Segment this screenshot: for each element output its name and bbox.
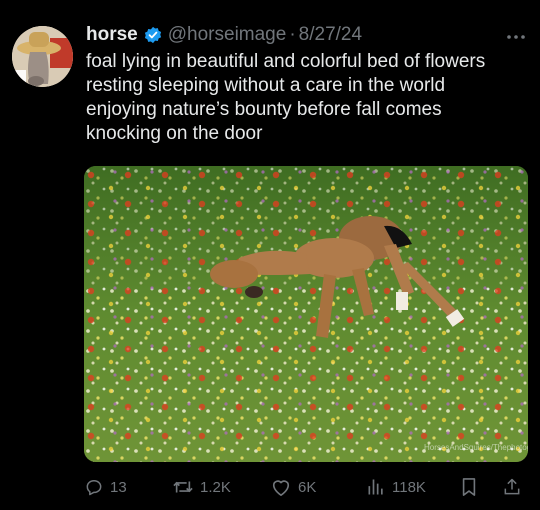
bookmark-icon (462, 478, 476, 496)
avatar[interactable] (12, 26, 73, 87)
tweet-header: horse @horseimage · 8/27/24 (86, 22, 362, 48)
post-date[interactable]: 8/27/24 (299, 24, 362, 46)
view-count: 118K (392, 478, 426, 496)
views-icon (368, 479, 383, 495)
image-watermark: HorsesAndSquires/Thephotographer (424, 443, 528, 452)
tweet-text-line: knocking on the door (86, 123, 263, 144)
like-icon (272, 480, 290, 496)
tweet-text-line: enjoying nature’s bounty before fall com… (86, 99, 442, 120)
like-count: 6K (298, 478, 317, 496)
tweet-text-line: foal lying in beautiful and colorful bed… (86, 51, 486, 72)
separator-dot: · (289, 24, 296, 45)
share-button[interactable] (502, 474, 528, 500)
repost-icon (173, 481, 193, 493)
tweet-image[interactable]: HorsesAndSquires/Thephotographer (84, 166, 528, 462)
more-icon[interactable] (506, 24, 526, 45)
reply-count: 13 (110, 478, 127, 496)
repost-button[interactable]: 1.2K (172, 474, 231, 500)
reply-button[interactable]: 13 (84, 474, 127, 500)
views-button[interactable]: 118K (366, 474, 426, 500)
repost-count: 1.2K (200, 478, 231, 496)
author-name[interactable]: horse (86, 24, 138, 46)
tweet-text-line: resting sleeping without a care in the w… (86, 75, 446, 96)
author-handle[interactable]: @horseimage (168, 24, 287, 46)
verified-badge-icon (144, 26, 162, 44)
action-bar: 13 1.2K 6K 118K (84, 474, 528, 500)
bookmark-button[interactable] (460, 474, 484, 500)
share-icon (504, 478, 520, 495)
tweet-text: foal lying in beautiful and colorful bed… (86, 50, 532, 146)
like-button[interactable]: 6K (270, 474, 316, 500)
reply-icon (86, 480, 102, 496)
